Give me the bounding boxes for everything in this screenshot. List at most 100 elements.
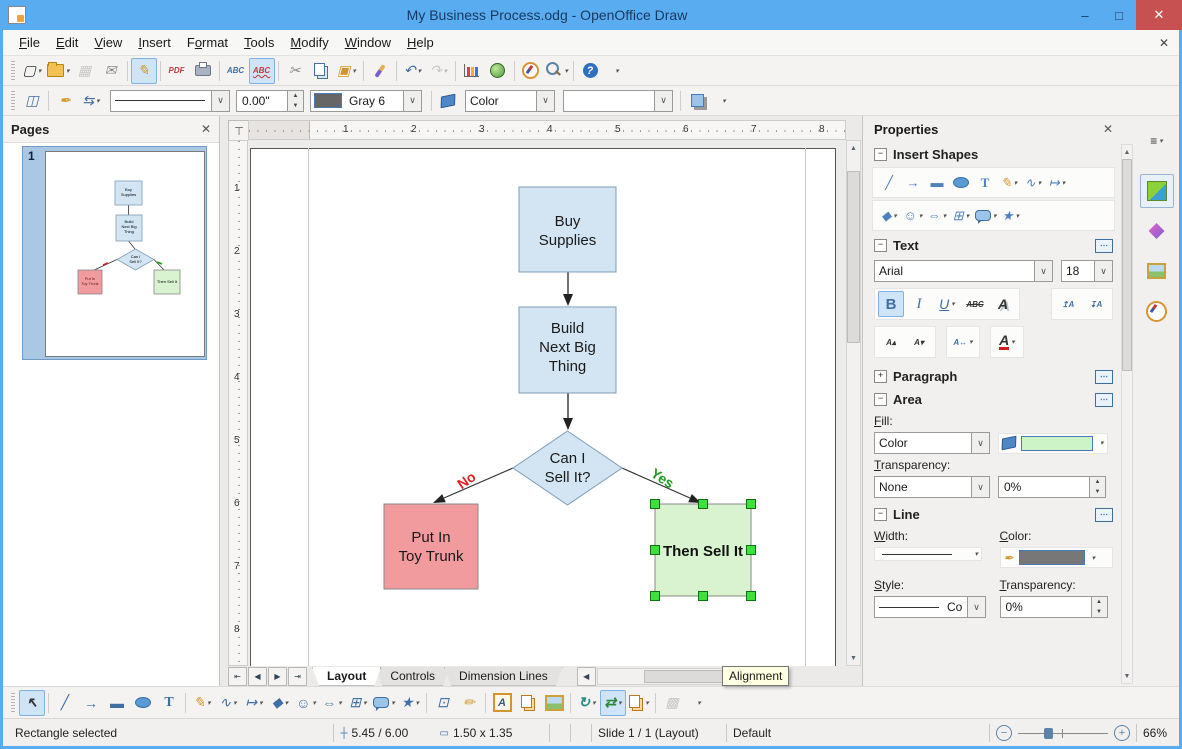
decrease-font-button[interactable]: A▾ xyxy=(906,329,932,355)
edit-points-button[interactable]: ⊡ xyxy=(430,690,456,716)
star-tool-button[interactable]: ★ xyxy=(397,690,423,716)
menu-help[interactable]: Help xyxy=(399,32,442,53)
flowchart-shapes-button[interactable]: ⊞ xyxy=(949,203,973,228)
line-transparency-spinner-arrows[interactable]: ▲ ▼ xyxy=(1090,597,1107,617)
line-color-dropdown-arrow[interactable] xyxy=(1092,554,1096,562)
print-button[interactable] xyxy=(190,58,216,84)
toolbar-overflow-button[interactable] xyxy=(710,88,736,114)
rotate-button[interactable]: ↻ xyxy=(574,690,600,716)
page-style[interactable]: Default xyxy=(733,726,863,740)
menu-file[interactable]: File xyxy=(11,32,48,53)
tab-controls[interactable]: Controls xyxy=(375,667,450,686)
zoom-button[interactable] xyxy=(544,58,571,84)
line-transparency-spinner[interactable]: 0% ▲ ▼ xyxy=(999,596,1108,618)
help-button[interactable]: ? xyxy=(577,58,603,84)
pages-panel-close-icon[interactable]: ✕ xyxy=(201,122,211,136)
increase-spacing-button[interactable]: ↥A xyxy=(1055,291,1081,317)
line-section-header[interactable]: − Line ⋯ xyxy=(866,502,1121,525)
basic-shapes-dropdown-arrow[interactable] xyxy=(285,699,289,707)
zoom-slider-track[interactable] xyxy=(1018,727,1108,739)
maximize-button[interactable]: □ xyxy=(1102,4,1136,26)
block-arrows-dropdown-arrow[interactable] xyxy=(338,699,342,707)
toolbar-overflow-button[interactable] xyxy=(685,690,711,716)
toolbar-grip[interactable] xyxy=(11,692,15,713)
format-paintbrush-button[interactable] xyxy=(367,58,393,84)
select-tool-button[interactable]: ↖ xyxy=(19,689,45,716)
font-size-select[interactable]: 18 xyxy=(1061,260,1113,282)
fontwork-button[interactable]: A xyxy=(489,690,515,716)
line-width-arrows[interactable]: ▲ ▼ xyxy=(287,90,303,111)
toolbar-grip[interactable] xyxy=(11,60,15,81)
decrease-spacing-button[interactable]: ↧A xyxy=(1083,291,1109,317)
autospellcheck-button[interactable]: ABC xyxy=(248,57,275,84)
transparency-type-select[interactable]: None xyxy=(874,476,990,498)
rotate-dropdown-arrow[interactable] xyxy=(592,699,596,707)
page-thumbnail[interactable]: 1 Buy Supplies Build Next Big Thing Can … xyxy=(22,146,207,360)
styles-formatting-button[interactable]: ◫ xyxy=(19,88,45,114)
line-dialog-launcher-icon[interactable]: ⋯ xyxy=(1095,507,1113,522)
spellcheck-button[interactable]: ABC xyxy=(223,58,249,84)
undo-button[interactable]: ↶ xyxy=(400,58,426,84)
zoom-dropdown-arrow[interactable] xyxy=(565,67,569,75)
symbol-shapes-dropdown-arrow[interactable] xyxy=(312,699,316,707)
bold-button[interactable]: B xyxy=(878,291,904,317)
text-section-header[interactable]: − Text ⋯ xyxy=(866,233,1121,256)
font-color-button[interactable]: A xyxy=(994,329,1020,355)
transparency-type-value[interactable]: None xyxy=(875,480,912,494)
scrollbar-thumb[interactable] xyxy=(847,171,860,343)
export-pdf-button[interactable]: PDF xyxy=(164,58,190,84)
scrollbar-thumb[interactable] xyxy=(1122,159,1132,371)
font-name-select[interactable]: Arial xyxy=(874,260,1053,282)
new-dropdown-arrow[interactable] xyxy=(38,67,42,75)
zoom-slider-control[interactable]: − + xyxy=(996,725,1130,741)
tab-navigator[interactable] xyxy=(1140,294,1174,328)
navigator-button[interactable] xyxy=(518,58,544,84)
minimize-button[interactable]: – xyxy=(1068,4,1102,26)
alignment-button[interactable]: ⇄ xyxy=(600,689,626,716)
line-width-spinner[interactable]: 0.00" ▲ ▼ xyxy=(236,89,304,112)
hyperlink-button[interactable] xyxy=(485,58,511,84)
block-arrows-button[interactable]: ⇔ xyxy=(925,203,949,228)
vertical-scrollbar[interactable]: ▲ ▼ xyxy=(846,140,861,666)
font-shadow-button[interactable]: A xyxy=(990,291,1016,317)
toolbar-overflow-button[interactable] xyxy=(603,58,629,84)
insert-shapes-section-header[interactable]: − Insert Shapes xyxy=(866,142,1121,165)
line-style-dropdown-button[interactable] xyxy=(211,90,229,111)
fill-style-dropdown-button[interactable] xyxy=(971,433,989,453)
arrange-button[interactable] xyxy=(626,690,652,716)
rectangle-tool-button[interactable]: ▬ xyxy=(104,690,130,716)
line-style-select[interactable] xyxy=(110,89,230,112)
basic-shapes-button[interactable]: ◆ xyxy=(877,203,901,228)
sidebar-menu-button[interactable]: ≡ xyxy=(1140,124,1174,158)
open-dropdown-arrow[interactable] xyxy=(66,67,70,75)
fill-type-dropdown-button[interactable] xyxy=(536,90,554,111)
gallery-button[interactable] xyxy=(541,690,567,716)
underline-button[interactable]: U xyxy=(934,291,960,317)
basic-shapes-dropdown-arrow[interactable] xyxy=(893,212,897,220)
star-dropdown-arrow[interactable] xyxy=(1016,212,1020,220)
zoom-out-icon[interactable]: − xyxy=(996,725,1012,741)
flowchart-dropdown-arrow[interactable] xyxy=(363,699,367,707)
flowchart-tool-button[interactable]: ⊞ xyxy=(345,690,371,716)
glue-points-button[interactable]: ✏ xyxy=(456,690,482,716)
drawing-viewport[interactable]: Buy Supplies Build Next Big Thing Can I Sell… xyxy=(248,140,846,666)
area-dialog-button[interactable] xyxy=(435,88,461,114)
undo-dropdown-arrow[interactable] xyxy=(418,67,422,75)
tab-gallery[interactable] xyxy=(1140,254,1174,288)
toolbar-grip[interactable] xyxy=(11,90,15,111)
selection-handle[interactable] xyxy=(746,591,756,601)
last-page-button[interactable]: ⇥ xyxy=(288,666,307,686)
arrow-style-dropdown-arrow[interactable] xyxy=(96,97,100,105)
menu-edit[interactable]: Edit xyxy=(48,32,86,53)
scroll-up-icon[interactable]: ▲ xyxy=(847,141,860,155)
selection-handle[interactable] xyxy=(698,499,708,509)
new-button[interactable]: ▢ xyxy=(19,58,45,84)
insert-connector-button[interactable]: ∿ xyxy=(1021,170,1045,195)
line-transparency-value[interactable]: 0% xyxy=(1001,600,1091,614)
fill-color-swatch[interactable] xyxy=(1021,435,1093,451)
scroll-down-icon[interactable]: ▼ xyxy=(1121,669,1134,683)
paste-button[interactable]: ▣ xyxy=(334,58,360,84)
fill-style-select[interactable]: Color xyxy=(874,432,990,454)
lines-arrows-dropdown-arrow[interactable] xyxy=(1062,179,1066,187)
sidebar-close-icon[interactable]: ✕ xyxy=(1103,122,1113,136)
